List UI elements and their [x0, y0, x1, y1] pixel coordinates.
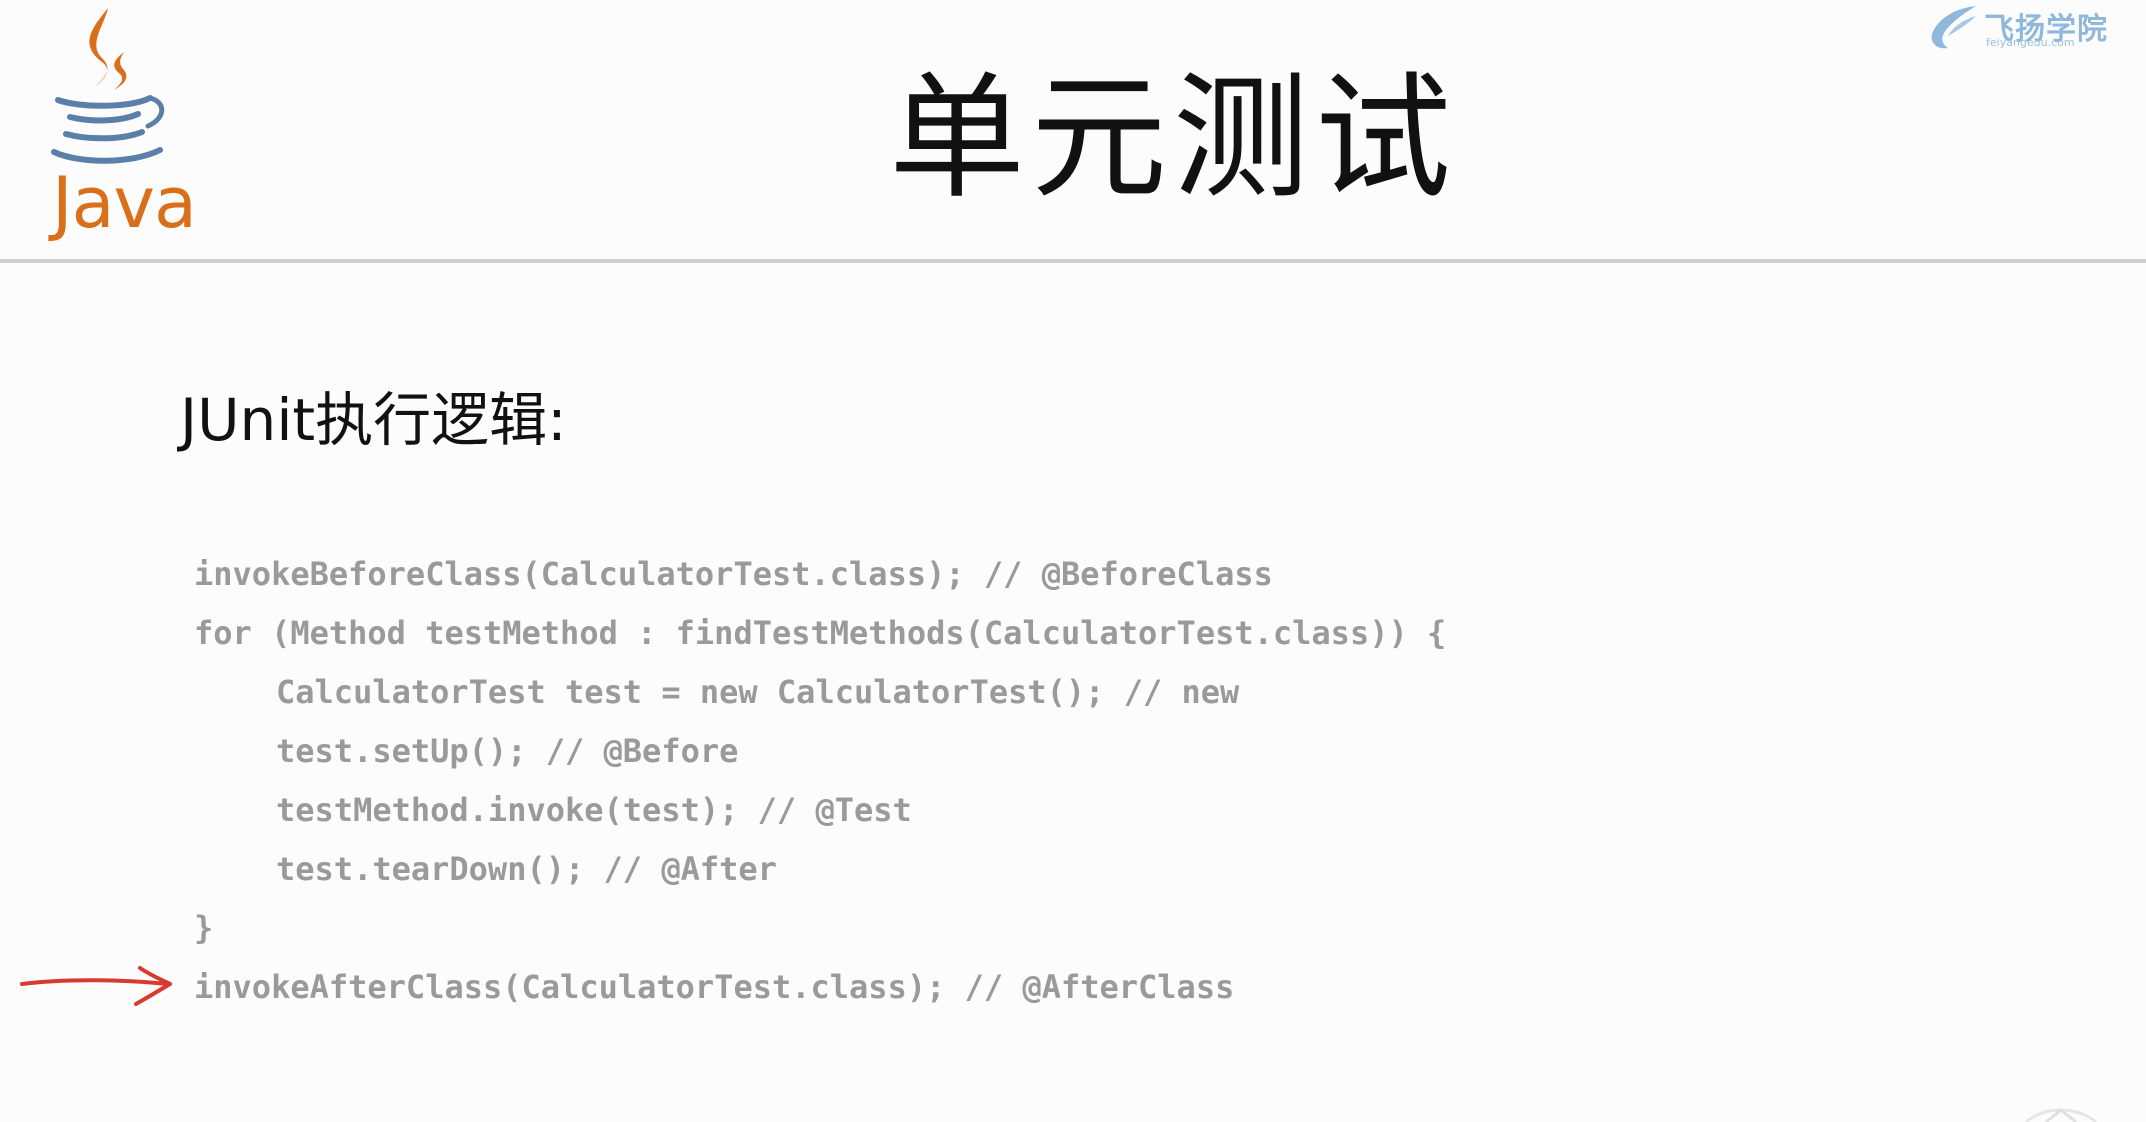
code-line: invokeBeforeClass(CalculatorTest.class);…	[194, 555, 1273, 593]
title-divider	[0, 259, 2146, 263]
slide-title: 单元测试	[889, 60, 1457, 218]
red-arrow-icon	[20, 966, 172, 1006]
code-block: invokeBeforeClass(CalculatorTest.class);…	[194, 545, 1446, 1017]
code-line: for (Method testMethod : findTestMethods…	[194, 614, 1447, 652]
code-line: }	[194, 909, 214, 947]
slide-subtitle: JUnit执行逻辑:	[180, 386, 567, 454]
slide: Java 飞扬学院 feiyangedu.com 单元测试 JUnit执行逻辑:…	[0, 0, 2146, 1122]
code-line: test.setUp(); // @Before	[276, 732, 739, 770]
brand-logo-icon	[1931, 6, 1976, 49]
brand-domain: feiyangedu.com	[1986, 36, 2075, 49]
code-line: testMethod.invoke(test); // @Test	[276, 791, 912, 829]
corner-decoration	[2025, 1108, 2097, 1122]
code-line: test.tearDown(); // @After	[276, 850, 777, 888]
code-line: CalculatorTest test = new CalculatorTest…	[276, 673, 1240, 711]
brand-watermark: 飞扬学院 feiyangedu.com	[1926, 0, 2116, 60]
code-line: invokeAfterClass(CalculatorTest.class); …	[194, 968, 1235, 1006]
